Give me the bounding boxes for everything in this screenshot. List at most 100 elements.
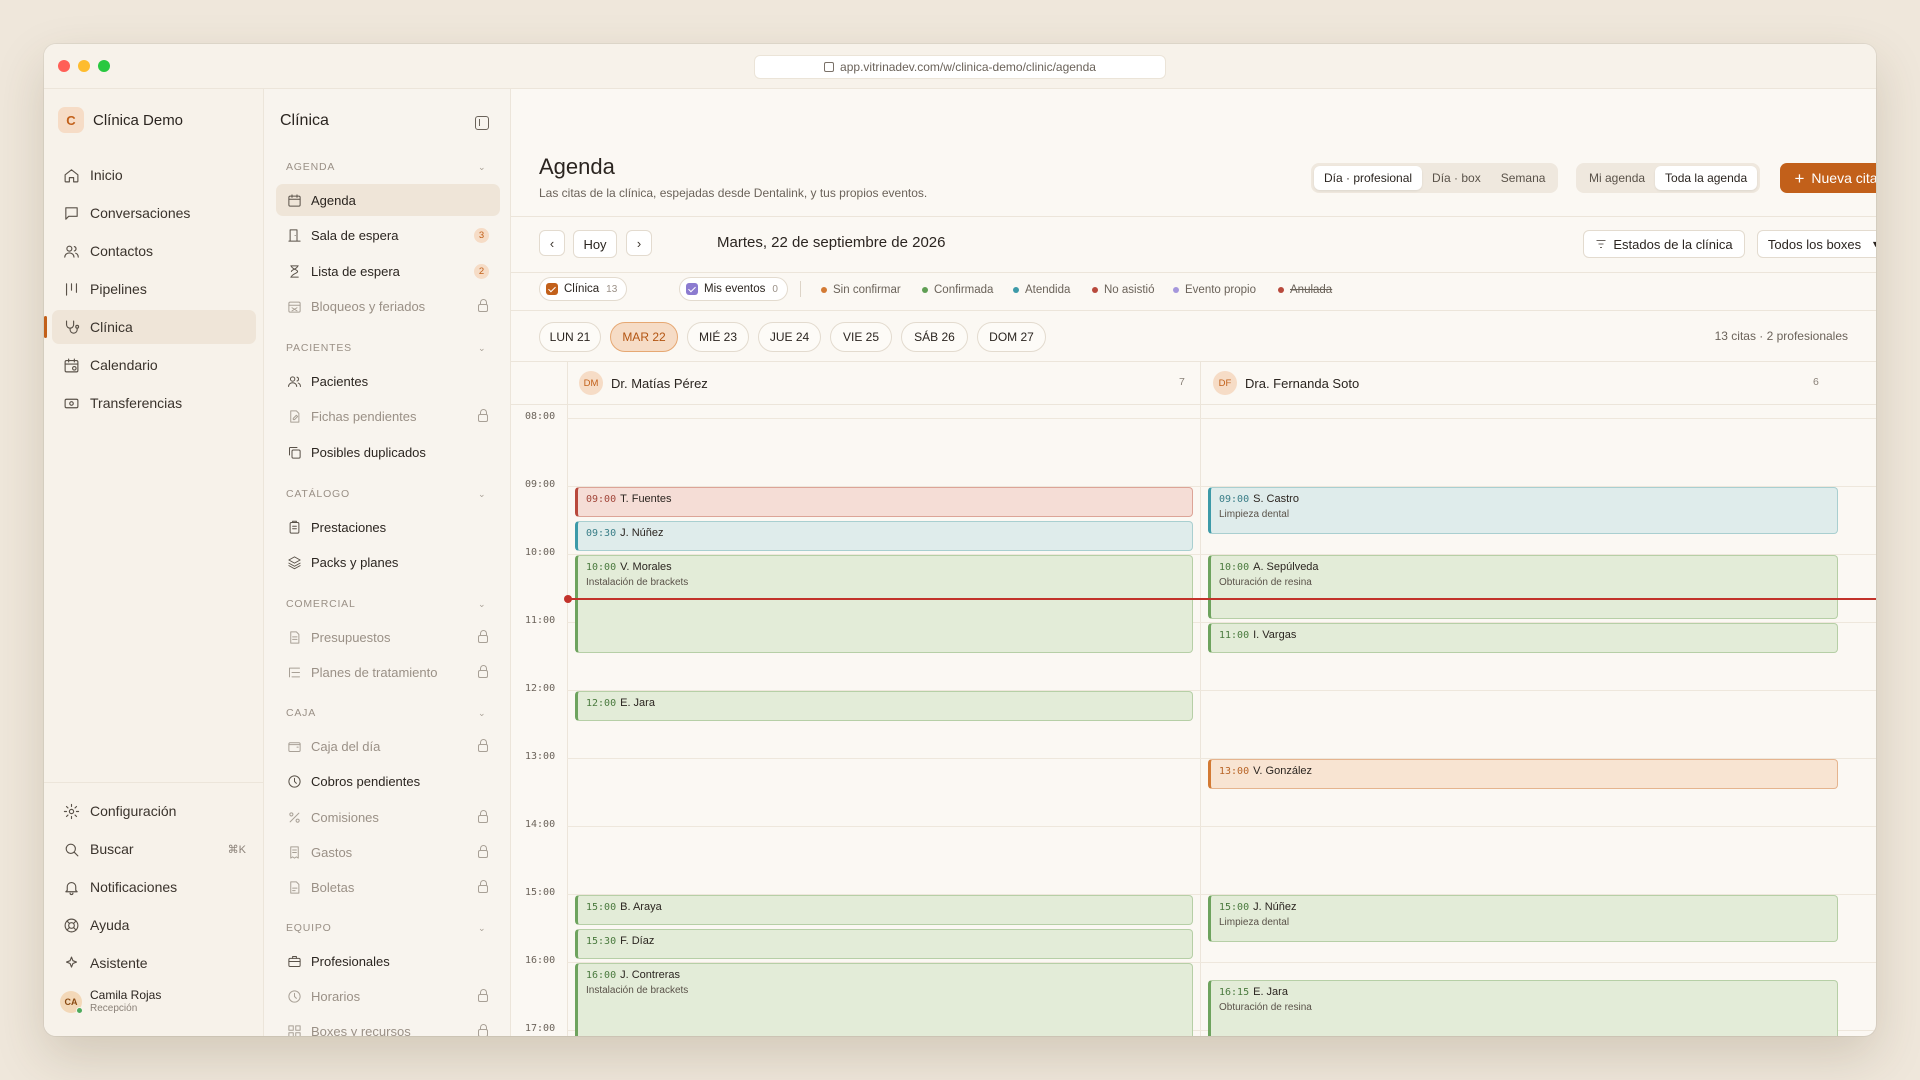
sidebar-item-presupuestos[interactable]: Presupuestos [276,621,500,653]
filter-mis-eventos-chip[interactable]: Mis eventos 0 [679,277,788,301]
sidebar-item-fichas[interactable]: Fichas pendientes [276,400,500,432]
sidebar-item-packs[interactable]: Packs y planes [276,546,500,578]
sidebar-item-pacientes[interactable]: Pacientes [276,365,500,397]
new-appointment-button[interactable]: + Nueva cita [1780,163,1876,193]
legend-no-asistio: No asistió [1092,284,1155,296]
boxes-select[interactable]: Todos los boxes ▼ [1757,230,1876,258]
nav-item-buscar[interactable]: Buscar ⌘K [52,832,256,866]
sidebar-item-boxes[interactable]: Boxes y recursos [276,1015,500,1036]
collapse-sidebar-icon[interactable] [475,116,489,130]
next-day-button[interactable]: › [626,230,652,256]
chevron-down-icon[interactable]: ⌄ [478,708,486,719]
nav-label: Contactos [90,243,154,259]
appointment-card[interactable]: 15:30 F. Díaz [575,929,1193,959]
sidebar-item-profesionales[interactable]: Profesionales [276,945,500,977]
nav-item-clinica[interactable]: Clínica [44,310,256,344]
filter-clinica-chip[interactable]: Clínica 13 [539,277,628,301]
sidebar-item-caja-dia[interactable]: Caja del día [276,730,500,762]
sidebar-item-label: Cobros pendientes [311,773,421,789]
grid-column-divider [1200,362,1201,1036]
sidebar-item-label: Bloqueos y feriados [311,298,426,314]
scope-toda-agenda[interactable]: Toda la agenda [1655,166,1758,190]
day-mar-22[interactable]: MAR 22 [610,322,678,352]
view-dia-box[interactable]: Día · box [1422,166,1491,190]
chevron-down-icon[interactable]: ⌄ [478,489,486,500]
sidebar-item-prestaciones[interactable]: Prestaciones [276,511,500,543]
section-pacientes[interactable]: PACIENTES [286,342,352,354]
prev-day-button[interactable]: ‹ [539,230,565,256]
view-semana[interactable]: Semana [1491,166,1556,190]
chevron-down-icon[interactable]: ⌄ [478,343,486,354]
nav-item-pipelines[interactable]: Pipelines [52,272,256,306]
appointment-card[interactable]: 12:00 E. Jara [575,691,1193,721]
day-jue-24[interactable]: JUE 24 [758,322,821,352]
chevron-down-icon[interactable]: ⌄ [478,162,486,173]
appointment-card[interactable]: 09:00 T. Fuentes [575,487,1193,517]
appointment-card[interactable]: 15:00 J. Núñez Limpieza dental [1208,895,1838,942]
appointment-card[interactable]: 10:00 V. Morales Instalación de brackets [575,555,1193,653]
section-caja[interactable]: CAJA [286,707,316,719]
appointment-card[interactable]: 09:00 S. Castro Limpieza dental [1208,487,1838,534]
sidebar-item-planes[interactable]: Planes de tratamiento [276,656,500,688]
grid-column-divider [567,362,568,1036]
nav-label: Notificaciones [90,879,178,895]
minimize-window-button[interactable] [78,60,90,72]
sidebar-item-sala-espera[interactable]: Sala de espera 3 [276,219,500,251]
appointment-card[interactable]: 13:00 V. González [1208,759,1838,789]
sidebar-item-agenda[interactable]: Agenda [276,184,500,216]
nav-item-calendario[interactable]: Calendario [52,348,256,382]
day-mie-23[interactable]: MIÉ 23 [687,322,749,352]
view-dia-profesional[interactable]: Día · profesional [1314,166,1423,190]
divider [800,281,801,297]
chevron-down-icon[interactable]: ⌄ [478,923,486,934]
patient-name: V. González [1253,765,1313,777]
estados-filter-button[interactable]: Estados de la clínica [1583,230,1745,258]
appointment-card[interactable]: 15:00 B. Araya [575,895,1193,925]
chevron-down-icon[interactable]: ⌄ [478,599,486,610]
day-sab-26[interactable]: SÁB 26 [901,322,968,352]
nav-item-ayuda[interactable]: Ayuda [52,908,256,942]
sidebar-item-boletas[interactable]: Boletas [276,871,500,903]
count-badge: 3 [474,227,489,243]
appointment-card[interactable]: 11:00 I. Vargas [1208,623,1838,653]
appointment-time: 15:00 [586,902,617,913]
appointment-card[interactable]: 10:00 A. Sepúlveda Obturación de resina [1208,555,1838,619]
day-lun-21[interactable]: LUN 21 [539,322,601,352]
nav-item-notificaciones[interactable]: Notificaciones [52,870,256,904]
nav-item-contactos[interactable]: Contactos [52,234,256,268]
divider [44,782,264,783]
section-comercial[interactable]: COMERCIAL [286,598,356,610]
nav-item-conversaciones[interactable]: Conversaciones [52,196,256,230]
sidebar-item-comisiones[interactable]: Comisiones [276,801,500,833]
workspace-switcher[interactable]: C Clínica Demo [58,106,183,134]
calendar-blocked-icon [286,298,302,314]
appointment-card[interactable]: 16:00 J. Contreras Instalación de brackets [575,963,1193,1036]
day-dom-27[interactable]: DOM 27 [977,322,1046,352]
sidebar-item-label: Profesionales [311,953,390,969]
nav-item-transferencias[interactable]: Transferencias [52,386,256,420]
sidebar-item-horarios[interactable]: Horarios [276,980,500,1012]
sidebar-item-lista-espera[interactable]: Lista de espera 2 [276,255,500,287]
appointment-card[interactable]: 09:30 J. Núñez [575,521,1193,551]
day-vie-25[interactable]: VIE 25 [830,322,892,352]
section-catalogo[interactable]: CATÁLOGO [286,488,350,500]
user-profile[interactable]: CA Camila Rojas Recepción [60,989,161,1015]
nav-item-asistente[interactable]: Asistente [52,946,256,980]
user-role: Recepción [90,1003,138,1014]
sidebar-item-duplicados[interactable]: Posibles duplicados [276,436,500,468]
appointment-time: 10:00 [1219,562,1250,573]
url-bar[interactable]: app.vitrinadev.com/w/clinica-demo/clinic… [754,55,1166,79]
maximize-window-button[interactable] [98,60,110,72]
today-button[interactable]: Hoy [573,230,617,258]
nav-item-configuracion[interactable]: Configuración [52,794,256,828]
appointment-card[interactable]: 16:15 E. Jara Obturación de resina [1208,980,1838,1036]
percent-icon [286,809,302,825]
sidebar-item-bloqueos[interactable]: Bloqueos y feriados [276,290,500,322]
nav-item-inicio[interactable]: Inicio [52,158,256,192]
scope-mi-agenda[interactable]: Mi agenda [1579,166,1655,190]
section-agenda[interactable]: AGENDA [286,161,335,173]
sidebar-item-cobros[interactable]: Cobros pendientes [276,765,500,797]
section-equipo[interactable]: EQUIPO [286,922,332,934]
close-window-button[interactable] [58,60,70,72]
sidebar-item-gastos[interactable]: Gastos [276,836,500,868]
